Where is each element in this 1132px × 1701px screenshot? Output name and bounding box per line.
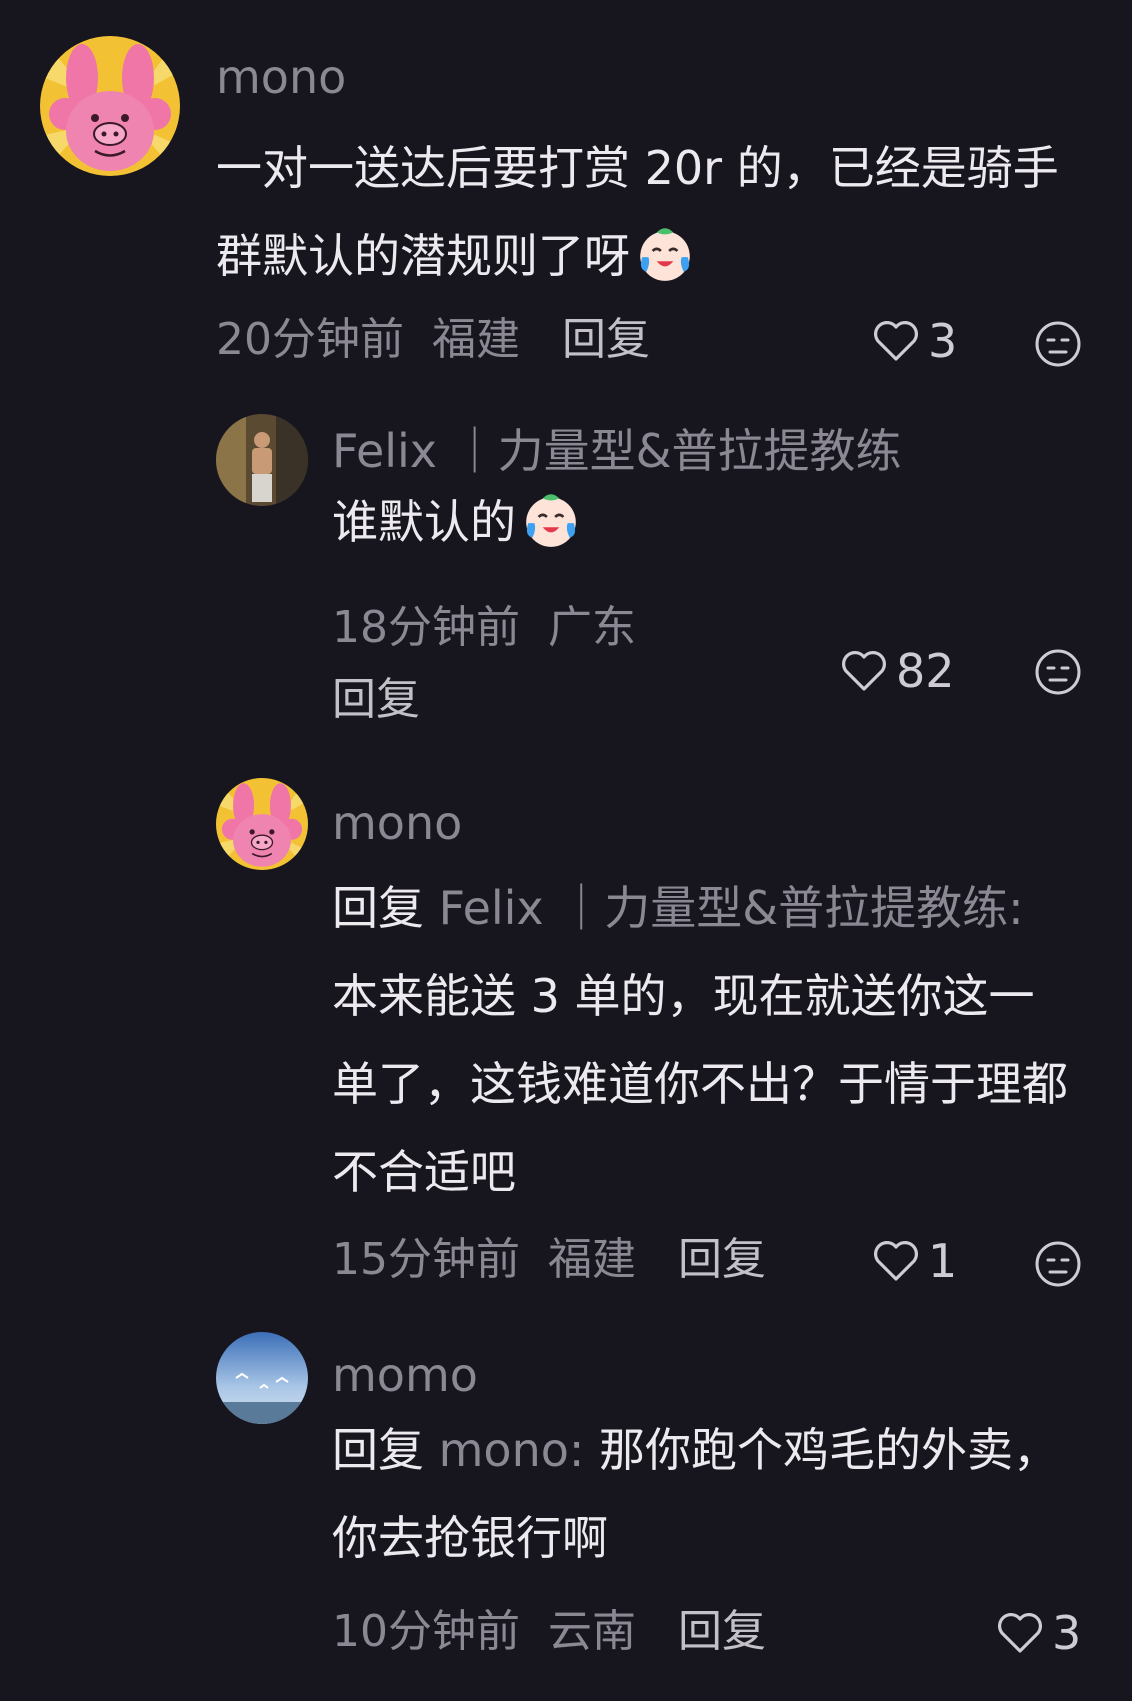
comment-region: 福建 [548,1234,636,1285]
comment-time: 18分钟前 [332,602,520,653]
heart-outline-icon [842,651,886,691]
avatar[interactable] [216,414,308,506]
username[interactable]: Felix ｜力量型&普拉提教练 [332,428,902,474]
comment-item: Felix ｜力量型&普拉提教练 谁默认的 18分钟前 广东 回复 82 [0,380,1132,760]
comment-item: mono 回复 Felix ｜力量型&普拉提教练: 本来能送 3 单的，现在就送… [0,760,1132,1320]
comment-content: 一对一送达后要打赏 20r 的，已经是骑手群默认的潜规则了呀 [216,124,1096,300]
avatar[interactable] [216,778,308,870]
comment-meta: 10分钟前 云南 回复 [332,1610,766,1654]
comment-content: 回复 mono: 那你跑个鸡毛的外卖，你去抢银行啊 [332,1406,1072,1582]
bunny-avatar-image [40,36,180,176]
comment-meta-row2: 回复 [332,678,420,722]
comment-text: 谁默认的 [332,495,516,549]
person-photo-avatar-image [216,414,308,506]
sky-photo-avatar-image [216,1332,308,1424]
username[interactable]: mono [332,800,462,846]
bunny-avatar-image [216,778,308,870]
reply-button[interactable]: 回复 [678,1234,766,1285]
reply-target-username[interactable]: mono: [439,1423,585,1477]
avatar[interactable] [40,36,180,176]
comment-meta: 18分钟前 广东 [332,606,636,650]
laughing-crying-emoji-icon [520,488,582,550]
comment-content: 谁默认的 [332,478,1092,566]
reply-prefix: 回复 [332,1423,424,1477]
neutral-face-icon [1035,649,1081,695]
dislike-button[interactable] [1034,1240,1082,1288]
dislike-button[interactable] [1034,648,1082,696]
like-count: 1 [928,1234,958,1288]
comment-region: 广东 [548,602,636,653]
like-button[interactable]: 1 [872,1238,957,1284]
like-button[interactable]: 3 [996,1610,1081,1656]
reply-target-username[interactable]: Felix ｜力量型&普拉提教练: [439,881,1024,935]
neutral-face-icon [1035,321,1081,367]
comment-text: 本来能送 3 单的，现在就送你这一单了，这钱难道你不出？于情于理都不合适吧 [332,969,1068,1199]
username[interactable]: mono [216,54,346,100]
reply-button[interactable]: 回复 [332,674,420,725]
comment-region: 福建 [432,314,520,365]
heart-outline-icon [874,321,918,361]
like-button[interactable]: 82 [840,648,955,694]
comment-thread: { "comments": [ { "username": "mono", "c… [0,0,1132,1701]
like-button[interactable]: 3 [872,318,957,364]
comment-item: momo 回复 mono: 那你跑个鸡毛的外卖，你去抢银行啊 10分钟前 云南 … [0,1320,1132,1701]
dislike-button[interactable] [1034,320,1082,368]
comment-time: 20分钟前 [216,314,404,365]
comment-time: 10分钟前 [332,1606,520,1657]
reply-button[interactable]: 回复 [562,314,650,365]
reply-button[interactable]: 回复 [678,1606,766,1657]
neutral-face-icon [1035,1241,1081,1287]
like-count: 82 [896,644,955,698]
like-count: 3 [928,314,958,368]
reply-prefix: 回复 [332,881,424,935]
like-count: 3 [1052,1606,1082,1660]
heart-outline-icon [874,1241,918,1281]
heart-outline-icon [998,1613,1042,1653]
comment-item: mono 一对一送达后要打赏 20r 的，已经是骑手群默认的潜规则了呀 20分钟… [0,0,1132,380]
comment-content: 回复 Felix ｜力量型&普拉提教练: 本来能送 3 单的，现在就送你这一单了… [332,864,1072,1216]
username[interactable]: momo [332,1352,478,1398]
laughing-crying-emoji-icon [634,222,696,284]
comment-time: 15分钟前 [332,1234,520,1285]
avatar[interactable] [216,1332,308,1424]
comment-meta: 15分钟前 福建 回复 [332,1238,766,1282]
comment-meta: 20分钟前 福建 回复 [216,318,650,362]
comment-region: 云南 [548,1606,636,1657]
